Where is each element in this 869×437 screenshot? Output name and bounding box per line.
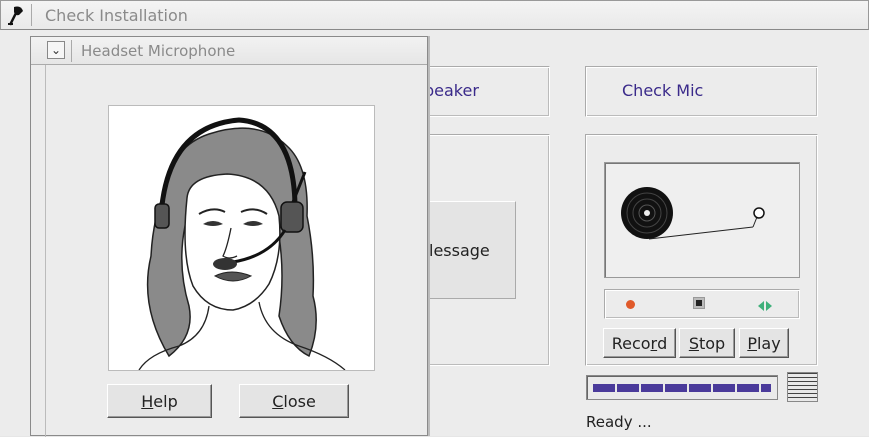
play-label-mnemonic: P [747, 333, 757, 353]
check-speaker-label: peaker [424, 81, 479, 100]
help-label: elp [153, 391, 178, 411]
main-title-bar[interactable]: Check Installation [0, 0, 869, 30]
check-mic-label: Check Mic [622, 81, 704, 100]
record-label-b: d [657, 333, 668, 353]
chevron-down-icon[interactable]: ⌄ [47, 41, 65, 59]
mic-recorder-panel: Reco r d Stop Play [585, 134, 818, 366]
close-button[interactable]: Close [239, 384, 349, 418]
status-text: Ready ... [586, 413, 652, 431]
close-label: lose [283, 391, 316, 411]
level-meter-icon [787, 372, 818, 402]
recording-progress-bar [586, 375, 778, 400]
record-label-a: Reco [611, 333, 651, 353]
dialog-title: Headset Microphone [81, 42, 236, 60]
help-button[interactable]: Help [107, 384, 212, 418]
play-button[interactable]: Play [739, 328, 789, 358]
check-mic-panel: Check Mic [585, 66, 818, 117]
stop-label-mnemonic: S [688, 333, 699, 353]
window-title: Check Installation [45, 6, 188, 25]
record-button[interactable]: Reco r d [603, 328, 676, 358]
headset-microphone-illustration [108, 105, 375, 371]
microphone-icon[interactable] [5, 4, 27, 26]
close-label-mnemonic: C [272, 391, 284, 411]
play-message-button[interactable]: lessage [418, 201, 516, 299]
dialog-title-separator [71, 40, 72, 62]
dialog-title-bar[interactable]: ⌄ Headset Microphone [31, 37, 427, 65]
progress-fill [593, 384, 771, 392]
stop-label: top [698, 333, 726, 353]
play-message-label: lessage [429, 240, 490, 260]
play-label: lay [756, 333, 781, 353]
play-indicator-icon [757, 298, 773, 316]
headset-microphone-dialog: ⌄ Headset Microphone H elp C lose [30, 36, 428, 437]
title-separator [31, 4, 32, 26]
stop-indicator-icon [693, 297, 705, 309]
tape-reel-icon [621, 187, 765, 240]
help-label-mnemonic: H [141, 391, 154, 411]
transport-icon-strip [604, 289, 800, 319]
record-label-mnemonic: r [650, 333, 658, 353]
cassette-display [604, 162, 800, 278]
record-indicator-icon [626, 300, 635, 309]
stop-button[interactable]: Stop [679, 328, 735, 358]
